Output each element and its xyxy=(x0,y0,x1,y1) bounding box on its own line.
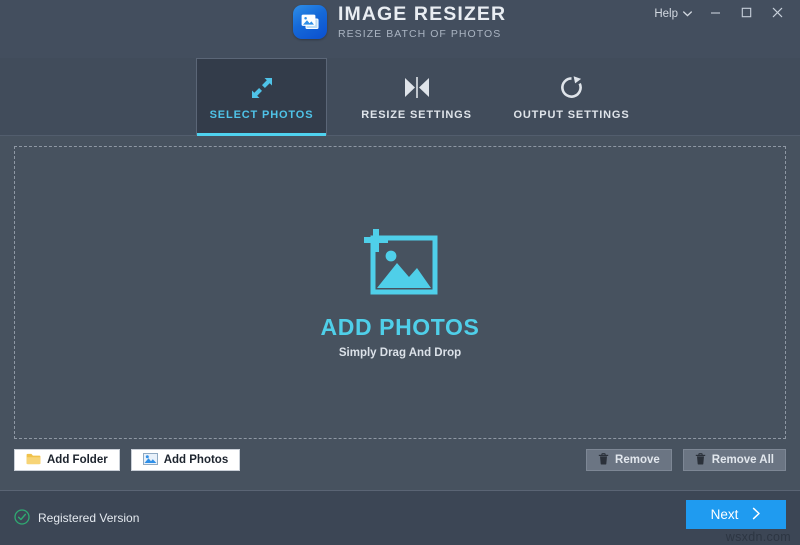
dropzone-title: ADD PHOTOS xyxy=(320,313,480,340)
title-bar: IMAGE RESIZER RESIZE BATCH OF PHOTOS Hel… xyxy=(0,0,800,58)
page-title: IMAGE RESIZER xyxy=(338,3,507,25)
maximize-button[interactable] xyxy=(732,2,761,26)
close-icon xyxy=(772,5,783,23)
folder-icon xyxy=(26,453,41,468)
dropzone-subtitle: Simply Drag And Drop xyxy=(338,346,462,359)
image-resizer-window: IMAGE RESIZER RESIZE BATCH OF PHOTOS Hel… xyxy=(0,0,800,545)
registered-version-label: Registered Version xyxy=(38,511,140,525)
add-photos-button[interactable]: Add Photos xyxy=(130,449,241,471)
app-branding: IMAGE RESIZER RESIZE BATCH OF PHOTOS xyxy=(293,3,507,40)
add-folder-label: Add Folder xyxy=(47,454,108,466)
chevron-right-icon xyxy=(752,507,761,523)
trash-icon xyxy=(695,452,706,468)
help-label: Help xyxy=(654,8,678,20)
add-photos-label: Add Photos xyxy=(163,454,229,466)
photo-stack-icon xyxy=(293,5,327,39)
minimize-icon xyxy=(710,5,721,23)
footer-bar: Registered Version Next wsxdn.com xyxy=(0,490,800,545)
tab-select-photos-label: SELECT PHOTOS xyxy=(209,109,314,121)
photo-dropzone[interactable]: ADD PHOTOS Simply Drag And Drop xyxy=(14,146,786,439)
next-button[interactable]: Next xyxy=(686,500,786,529)
add-photo-icon xyxy=(354,227,446,304)
tab-output-settings[interactable]: OUTPUT SETTINGS xyxy=(505,58,638,135)
action-button-row: Add Folder Add Photos Remove Remove All xyxy=(14,448,786,472)
help-menu-button[interactable]: Help xyxy=(647,4,699,24)
tab-bar: SELECT PHOTOS RESIZE SETTINGS OUTPUT SET… xyxy=(0,58,800,136)
add-folder-button[interactable]: Add Folder xyxy=(14,449,120,471)
app-title-block: IMAGE RESIZER RESIZE BATCH OF PHOTOS xyxy=(338,3,507,40)
trash-icon xyxy=(598,452,609,468)
remove-all-button[interactable]: Remove All xyxy=(682,449,786,471)
tab-output-settings-label: OUTPUT SETTINGS xyxy=(513,108,630,121)
remove-label: Remove xyxy=(615,454,660,466)
photo-icon xyxy=(142,452,158,468)
close-button[interactable] xyxy=(763,2,792,26)
status-badge: Registered Version xyxy=(14,508,140,528)
chevron-down-icon xyxy=(683,8,692,20)
maximize-icon xyxy=(741,5,752,23)
check-circle-icon xyxy=(14,508,30,528)
remove-button[interactable]: Remove xyxy=(586,449,672,471)
refresh-circle-icon xyxy=(559,73,584,103)
expand-arrows-icon xyxy=(249,73,275,103)
next-label: Next xyxy=(710,507,739,522)
main-content: ADD PHOTOS Simply Drag And Drop Add Fold… xyxy=(0,136,800,490)
remove-all-label: Remove All xyxy=(711,454,774,466)
watermark-text: wsxdn.com xyxy=(725,530,791,544)
app-subtitle: RESIZE BATCH OF PHOTOS xyxy=(338,27,502,40)
collapse-arrows-icon xyxy=(403,73,431,103)
window-controls: Help xyxy=(647,0,792,28)
tab-resize-settings-label: RESIZE SETTINGS xyxy=(361,108,472,121)
tab-select-photos[interactable]: SELECT PHOTOS xyxy=(196,58,327,136)
tab-resize-settings[interactable]: RESIZE SETTINGS xyxy=(350,58,483,135)
minimize-button[interactable] xyxy=(701,2,730,26)
